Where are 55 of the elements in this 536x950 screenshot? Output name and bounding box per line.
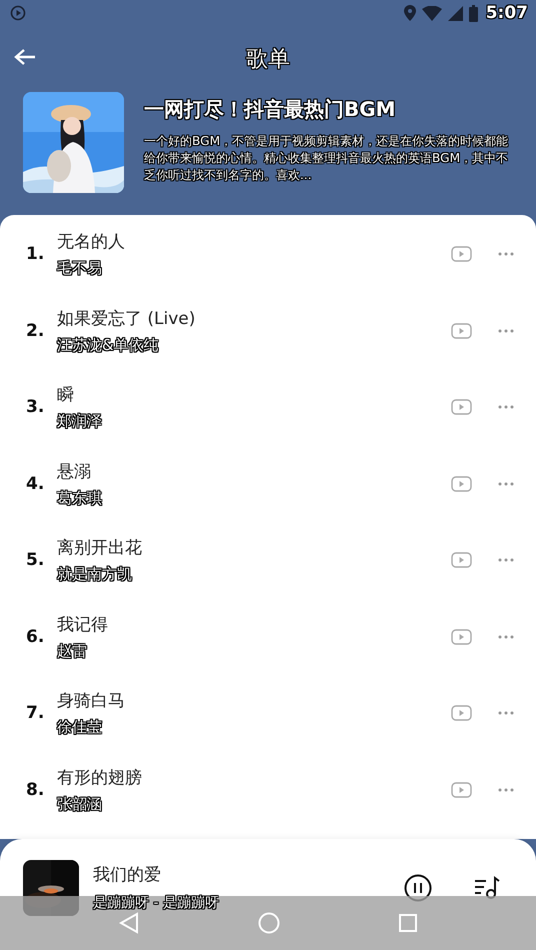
playlist-description: 一个好的BGM，不管是用于视频剪辑素材，还是在你失落的时候都能给你带来愉悦的心情。精心收集整理抖音最火热的英语BGM，其中不乏你听过找不到名字的。喜欢... [144,133,510,184]
playlist-title: 一网打尽！抖音最热门BGM [144,96,397,123]
battery-icon [468,4,478,22]
more-icon[interactable] [498,482,514,486]
video-icon[interactable] [451,705,472,722]
video-icon[interactable] [451,246,472,262]
track-number: 6. [26,626,46,647]
song-title[interactable]: 无名的人 [57,230,425,254]
play-circle-icon [10,5,26,21]
song-title[interactable]: 离别开出花 [57,536,425,560]
track-number: 2. [26,320,46,341]
more-icon[interactable] [498,711,514,716]
song-title[interactable]: 如果爱忘了 (Live) [57,306,425,330]
video-icon[interactable] [451,399,472,416]
artist-name: 毛不易 [57,259,102,278]
song-title[interactable]: 有形的翅膀 [57,766,425,789]
track-number: 7. [26,703,46,724]
wifi-icon [422,6,442,20]
song-title[interactable]: 瞬 [57,383,425,406]
song-title[interactable]: 我记得 [57,612,425,636]
now-playing-artist: 是蹦蹦呀 - 是蹦蹦呀 [93,894,219,912]
home-icon[interactable] [258,912,280,934]
track-number: 3. [26,397,46,418]
artist-name: 汪苏泷&单依纯 [57,336,159,355]
back-button[interactable] [12,46,38,68]
video-icon[interactable] [451,782,472,798]
more-icon[interactable] [498,328,514,333]
video-icon[interactable] [451,552,472,568]
track-number: 1. [26,244,46,264]
artist-name: 就是南方凯 [57,565,132,584]
more-icon[interactable] [498,634,514,639]
artist-name: 葛东琪 [57,488,102,508]
video-icon[interactable] [451,628,472,645]
artist-name: 赵雷 [57,642,87,661]
more-icon[interactable] [498,558,514,562]
recents-icon[interactable] [398,914,417,932]
status-time: 5:07 [486,3,528,23]
song-title[interactable]: 身骑白马 [57,689,425,712]
more-icon[interactable] [498,252,514,256]
track-number: 4. [26,474,46,494]
track-number: 5. [26,550,46,570]
video-icon[interactable] [451,476,472,492]
video-icon[interactable] [451,322,472,339]
track-number: 8. [26,780,46,800]
location-icon [404,5,416,21]
artist-name: 张韶涵 [57,794,102,814]
page-title: 歌单 [246,46,290,74]
song-title[interactable]: 悬溺 [57,460,425,483]
more-icon[interactable] [498,788,514,792]
more-icon[interactable] [498,405,514,410]
signal-icon [448,6,463,20]
now-playing-title: 我们的爱 [93,864,162,886]
artist-name: 郑润泽 [57,412,102,432]
artist-name: 徐佳莹 [57,718,102,738]
back-icon[interactable] [119,912,140,934]
